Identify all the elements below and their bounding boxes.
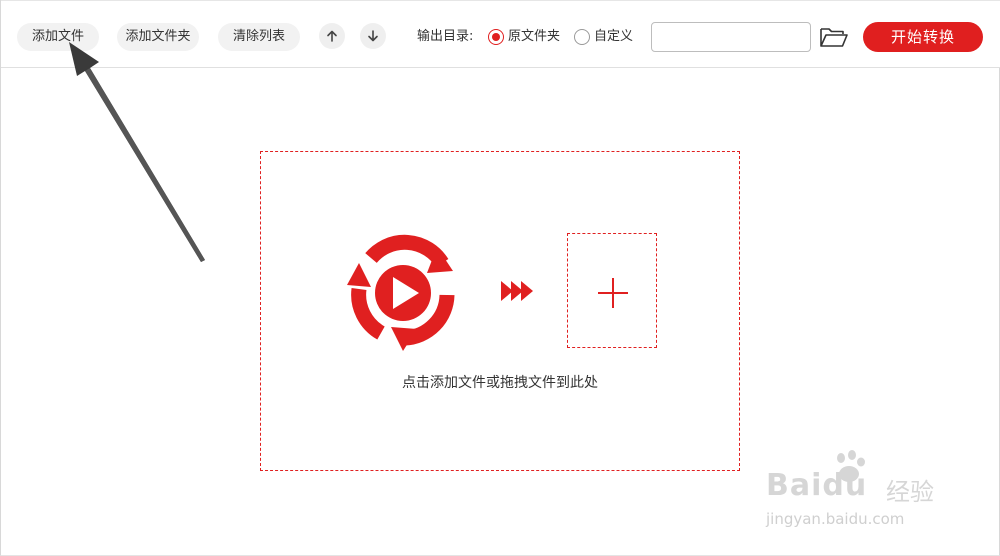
move-up-button[interactable] — [319, 23, 345, 49]
clear-list-button[interactable]: 清除列表 — [218, 23, 300, 51]
plus-icon — [598, 278, 628, 308]
arrow-up-icon — [327, 30, 337, 42]
watermark-cn: 经验 — [886, 478, 934, 506]
radio-custom[interactable] — [574, 29, 590, 45]
video-play-icon — [347, 234, 455, 351]
move-down-button[interactable] — [360, 23, 386, 49]
folder-open-icon — [820, 28, 848, 47]
radio-original-folder[interactable] — [488, 29, 504, 45]
file-drop-zone[interactable] — [260, 151, 740, 471]
add-file-placeholder[interactable] — [567, 233, 657, 348]
radio-custom-label[interactable]: 自定义 — [594, 23, 633, 51]
watermark-url: jingyan.baidu.com — [766, 510, 905, 528]
browse-folder-button[interactable] — [819, 25, 849, 49]
arrow-pointer-icon — [69, 42, 205, 262]
baidu-watermark: Baidu 经验 jingyan.baidu.com — [766, 450, 996, 540]
triple-arrow-icon — [501, 281, 533, 301]
paw-icon — [837, 450, 865, 482]
output-dir-label: 输出目录: — [417, 29, 474, 44]
radio-original-folder-label[interactable]: 原文件夹 — [508, 23, 560, 51]
start-convert-button[interactable]: 开始转换 — [863, 22, 983, 52]
output-path-input[interactable] — [651, 22, 811, 52]
drop-hint-text: 点击添加文件或拖拽文件到此处 — [402, 375, 598, 391]
app-window: 添加文件 添加文件夹 清除列表 输出目录: 原文件夹 自定义 开始转换 点击添加… — [0, 0, 1000, 556]
arrow-down-icon — [368, 30, 378, 42]
